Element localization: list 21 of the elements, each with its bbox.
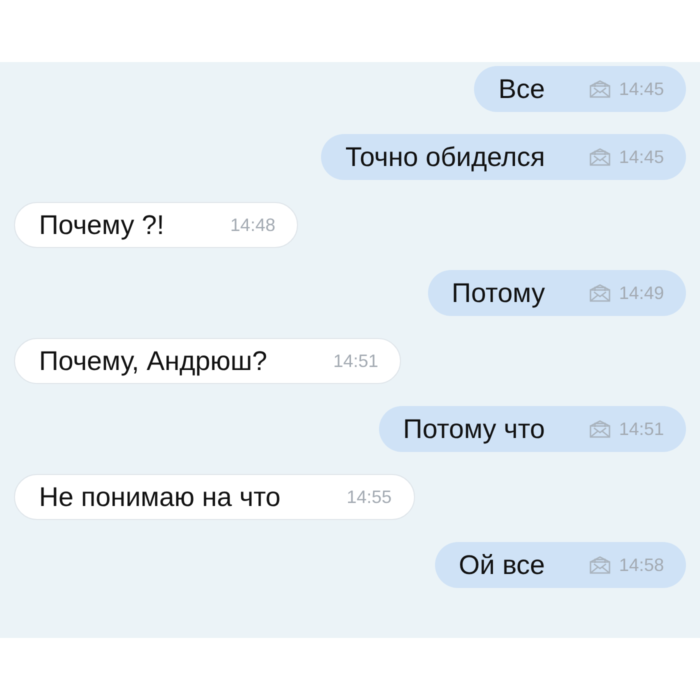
- message-text: Потому: [452, 278, 545, 308]
- message-time: 14:55: [346, 486, 392, 508]
- message-time: 14:58: [618, 554, 664, 576]
- envelope-icon: [588, 148, 611, 166]
- message-time: 14:48: [230, 214, 276, 236]
- envelope-icon: [588, 284, 611, 302]
- message-text: Точно обиделся: [345, 142, 545, 172]
- message-text: Почему, Андрюш?: [39, 346, 268, 376]
- envelope-icon: [588, 420, 611, 438]
- message-text: Ой все: [458, 550, 545, 580]
- message-time: 14:51: [618, 418, 664, 440]
- message-text: Все: [498, 74, 545, 104]
- message-text: Потому что: [403, 414, 545, 444]
- message-text: Не понимаю на что: [39, 482, 281, 512]
- message-text: Почему ?!: [39, 210, 164, 240]
- message-time: 14:45: [618, 146, 664, 168]
- envelope-icon: [588, 556, 611, 574]
- envelope-icon: [588, 80, 611, 98]
- message-time: 14:51: [333, 350, 378, 372]
- message-time: 14:49: [618, 282, 664, 304]
- message-time: 14:45: [618, 78, 664, 100]
